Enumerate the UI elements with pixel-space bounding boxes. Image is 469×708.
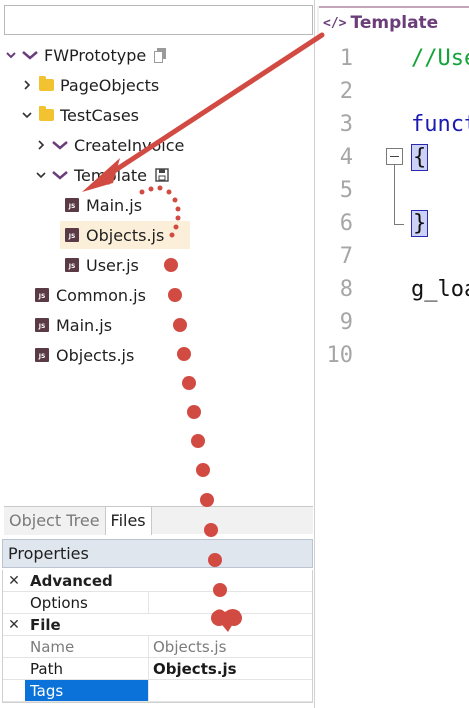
line-number: 2	[339, 79, 353, 104]
line-number: 10	[326, 343, 354, 368]
property-group-file[interactable]: ✕ File	[3, 614, 312, 636]
object-tree-panel: FWPrototype PageObjects TestCases Create…	[0, 0, 315, 708]
tree-item-label: Template	[74, 165, 148, 185]
tree-item-root-objects-js[interactable]: JS Objects.js	[34, 341, 134, 369]
line-number: 7	[339, 244, 353, 269]
tab-label: Template	[350, 13, 439, 33]
property-row-tags[interactable]: Tags	[3, 680, 312, 702]
tree-item-label: Common.js	[56, 285, 146, 305]
row-gutter	[3, 658, 25, 679]
js-file-icon: JS	[34, 317, 50, 333]
testcase-icon	[52, 167, 68, 183]
property-row-name[interactable]: Name Objects.js	[3, 636, 312, 658]
tree-item-label: FWPrototype	[44, 45, 147, 65]
tree-item-label: Main.js	[56, 315, 113, 335]
editor-tab-bar: </> Template	[317, 6, 469, 38]
tree-item-label: Objects.js	[56, 345, 135, 365]
copy-icon	[154, 47, 167, 63]
code-line-8: g_loa	[411, 277, 469, 302]
line-number: 1	[339, 46, 353, 71]
js-file-icon: JS	[64, 197, 80, 213]
brace-close: }	[411, 210, 429, 237]
property-row-options[interactable]: Options	[3, 592, 312, 614]
tree-item-pageobjects[interactable]: PageObjects	[20, 71, 159, 99]
tab-object-tree[interactable]: Object Tree	[4, 507, 106, 535]
line-number: 3	[339, 112, 353, 137]
tab-files[interactable]: Files	[105, 507, 152, 535]
tree-item-user-js[interactable]: JS User.js	[64, 251, 139, 279]
code-line-1: //Use	[411, 46, 469, 71]
property-value[interactable]: Objects.js	[149, 658, 312, 680]
property-group-advanced[interactable]: ✕ Advanced	[3, 570, 312, 592]
property-name: Options	[25, 592, 149, 613]
properties-grid: ✕ Advanced Options ✕ File Name Objects.j…	[2, 570, 313, 703]
js-file-icon: JS	[34, 347, 50, 363]
panel-tab-bar: Object Tree Files	[4, 506, 313, 535]
properties-header: Properties	[2, 539, 313, 568]
js-file-icon: JS	[34, 287, 50, 303]
tree-item-label: TestCases	[60, 105, 139, 125]
tree-item-common-js[interactable]: JS Common.js	[34, 281, 146, 309]
row-gutter	[3, 680, 25, 701]
line-number: 6	[339, 211, 353, 236]
chevron-down-icon[interactable]	[4, 48, 18, 62]
code-line-6: }	[411, 210, 429, 237]
code-editor[interactable]: </> Template 1 2 3 4 5 6 7 8 9 10 //Use …	[317, 0, 469, 708]
property-name: Tags	[25, 680, 149, 701]
fold-guide	[394, 165, 395, 225]
tree-item-label: User.js	[86, 255, 139, 275]
code-line-4: {	[411, 144, 429, 171]
row-gutter	[3, 592, 25, 613]
js-file-icon: JS	[64, 257, 80, 273]
tree-item-testcases[interactable]: TestCases	[20, 101, 139, 129]
group-label: File	[30, 615, 61, 634]
js-file-icon: JS	[64, 227, 80, 243]
tree-item-objects-js[interactable]: JS Objects.js	[60, 221, 190, 249]
property-name: Name	[25, 636, 149, 657]
tree-item-root-main-js[interactable]: JS Main.js	[34, 311, 112, 339]
tree-item-fwprototype[interactable]: FWPrototype	[4, 41, 167, 69]
collapse-icon[interactable]: ✕	[3, 614, 25, 635]
line-number: 5	[339, 178, 353, 203]
row-gutter	[3, 636, 25, 657]
chevron-down-icon[interactable]	[20, 108, 34, 122]
line-number: 9	[339, 310, 353, 335]
fold-toggle[interactable]	[386, 148, 403, 165]
tree-item-main-js[interactable]: JS Main.js	[64, 191, 142, 219]
tree-item-label: CreateInvoice	[74, 135, 185, 155]
property-name: Path	[25, 658, 149, 679]
chevron-right-icon[interactable]	[20, 78, 34, 92]
folder-open-icon	[38, 106, 54, 123]
line-number: 8	[339, 277, 353, 302]
search-input[interactable]	[4, 5, 313, 35]
property-value: Objects.js	[153, 637, 227, 656]
brace-open: {	[411, 144, 429, 171]
code-line-3: funct	[411, 112, 469, 137]
tree-item-label: Objects.js	[86, 225, 165, 245]
line-number: 4	[339, 145, 353, 170]
tree-item-label: Main.js	[86, 195, 143, 215]
chevron-down-icon[interactable]	[34, 168, 48, 182]
tree-item-label: PageObjects	[60, 75, 160, 95]
collapse-icon[interactable]: ✕	[3, 570, 25, 591]
group-label: Advanced	[30, 571, 113, 590]
testcase-icon	[52, 137, 68, 153]
chevron-right-icon[interactable]	[34, 138, 48, 152]
save-icon	[155, 168, 169, 182]
code-icon: </>	[323, 15, 347, 31]
folder-icon	[38, 76, 54, 93]
tree-item-template[interactable]: Template	[34, 161, 169, 189]
project-icon	[22, 47, 38, 63]
fold-guide-end	[394, 224, 404, 225]
tab-template[interactable]: </> Template	[319, 6, 469, 38]
property-row-path[interactable]: Path Objects.js	[3, 658, 312, 680]
tree-item-createinvoice[interactable]: CreateInvoice	[34, 131, 184, 159]
